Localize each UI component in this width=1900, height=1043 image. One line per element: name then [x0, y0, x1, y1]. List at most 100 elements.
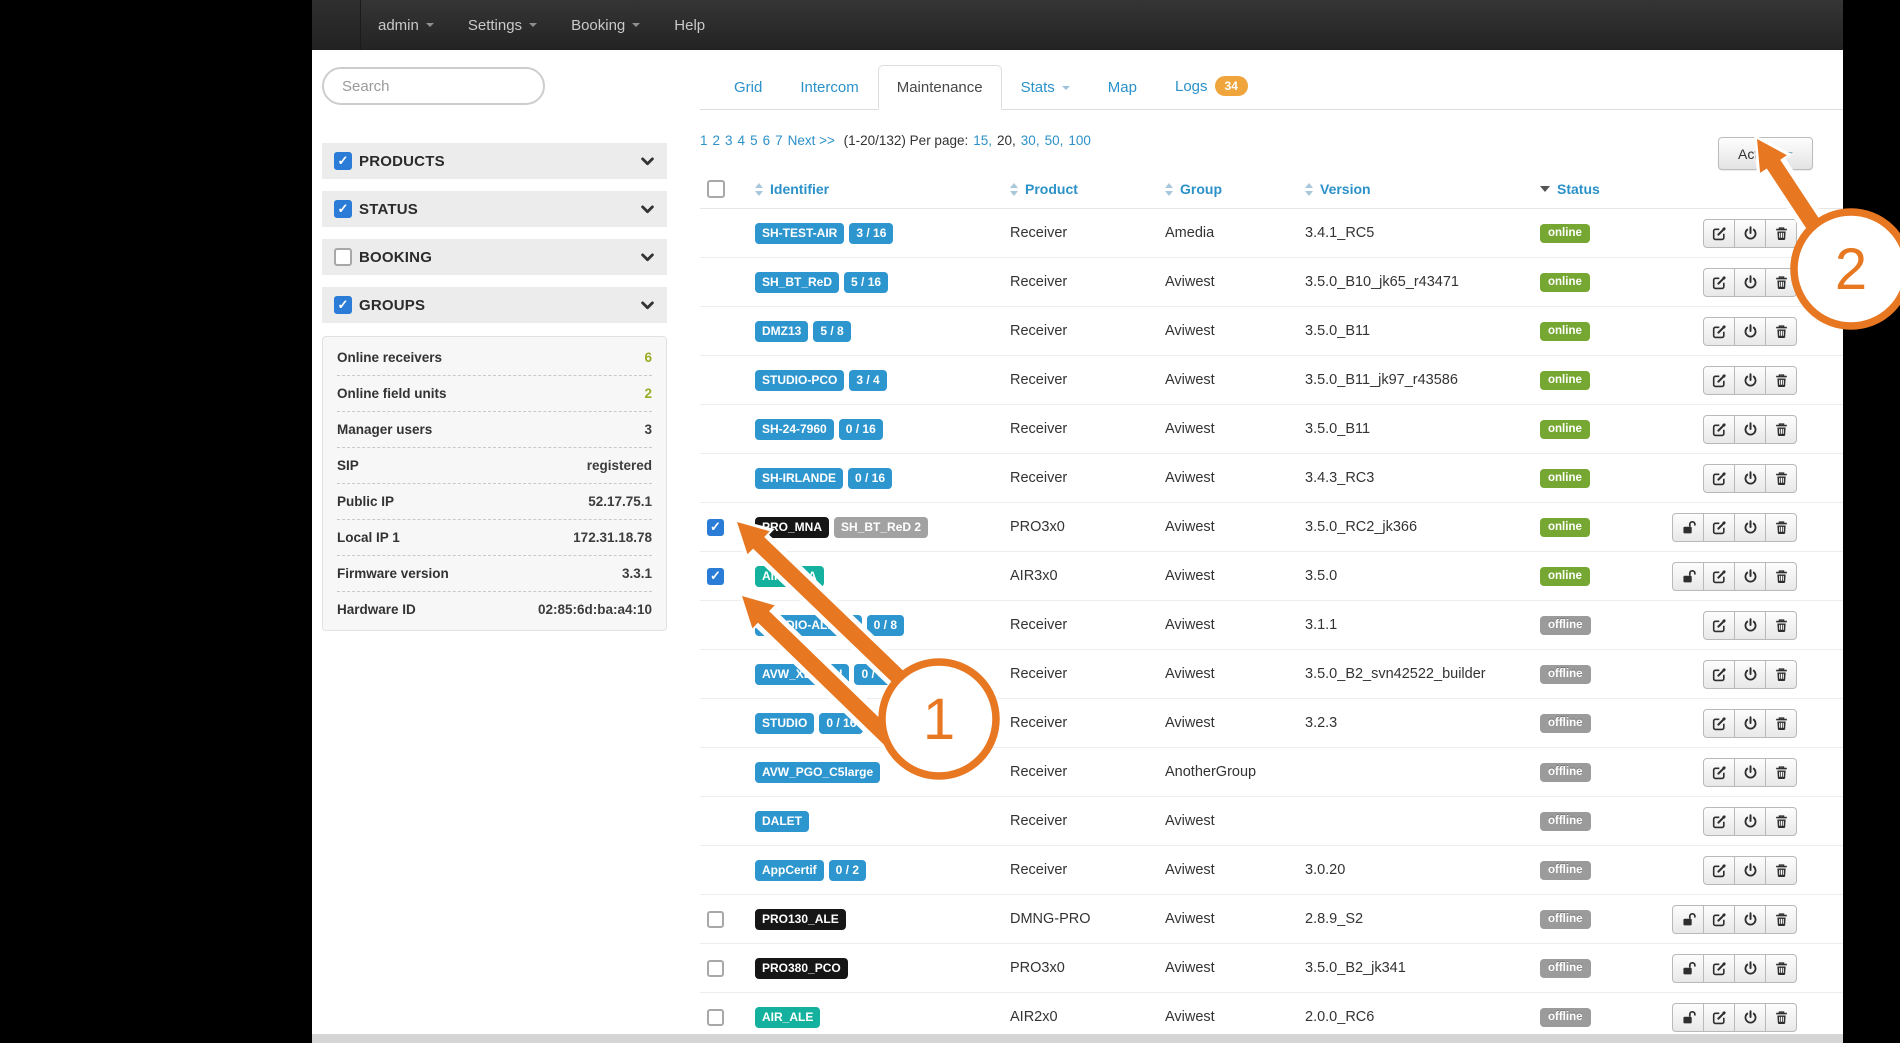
- edit-button[interactable]: [1703, 366, 1735, 395]
- power-button[interactable]: [1734, 415, 1766, 444]
- trash-button[interactable]: [1765, 954, 1797, 983]
- select-all-checkbox[interactable]: [707, 180, 725, 198]
- trash-button[interactable]: [1765, 562, 1797, 591]
- identifier-badge[interactable]: PRO_MNA: [755, 517, 829, 538]
- edit-button[interactable]: [1703, 856, 1735, 885]
- row-checkbox[interactable]: [707, 1009, 724, 1026]
- identifier-badge[interactable]: AIR_MNA: [755, 566, 824, 587]
- filter-panel-status[interactable]: STATUS: [322, 191, 667, 227]
- unlock-button[interactable]: [1672, 905, 1704, 934]
- trash-button[interactable]: [1765, 1003, 1797, 1032]
- trash-button[interactable]: [1765, 709, 1797, 738]
- trash-button[interactable]: [1765, 366, 1797, 395]
- edit-button[interactable]: [1703, 317, 1735, 346]
- tab-intercom[interactable]: Intercom: [781, 65, 877, 110]
- tab-logs[interactable]: Logs34: [1156, 62, 1267, 110]
- power-button[interactable]: [1734, 1003, 1766, 1032]
- edit-button[interactable]: [1703, 905, 1735, 934]
- identifier-badge[interactable]: SH-IRLANDE: [755, 468, 843, 489]
- search-input[interactable]: [322, 67, 545, 105]
- row-checkbox[interactable]: [707, 519, 724, 536]
- unlock-button[interactable]: [1672, 954, 1704, 983]
- power-button[interactable]: [1734, 709, 1766, 738]
- unlock-button[interactable]: [1672, 562, 1704, 591]
- trash-button[interactable]: [1765, 758, 1797, 787]
- identifier-badge[interactable]: AppCertif: [755, 860, 824, 881]
- power-button[interactable]: [1734, 611, 1766, 640]
- filter-panel-products[interactable]: PRODUCTS: [322, 143, 667, 179]
- identifier-badge[interactable]: PRO130_ALE: [755, 909, 846, 930]
- row-checkbox[interactable]: [707, 911, 724, 928]
- nav-item-admin[interactable]: admin: [361, 0, 451, 50]
- filter-checkbox[interactable]: [334, 296, 352, 314]
- page-link[interactable]: 5: [750, 133, 758, 148]
- filter-checkbox[interactable]: [334, 152, 352, 170]
- identifier-badge[interactable]: SH-TEST-AIR: [755, 223, 844, 244]
- page-link[interactable]: 6: [763, 133, 771, 148]
- power-button[interactable]: [1734, 366, 1766, 395]
- column-header-version[interactable]: Version: [1305, 181, 1540, 197]
- edit-button[interactable]: [1703, 954, 1735, 983]
- edit-button[interactable]: [1703, 464, 1735, 493]
- identifier-badge[interactable]: DALET: [755, 811, 809, 832]
- power-button[interactable]: [1734, 513, 1766, 542]
- column-header-group[interactable]: Group: [1165, 181, 1305, 197]
- row-checkbox[interactable]: [707, 960, 724, 977]
- identifier-badge[interactable]: STUDIO-PCO: [755, 370, 844, 391]
- edit-button[interactable]: [1703, 219, 1735, 248]
- trash-button[interactable]: [1765, 317, 1797, 346]
- unlock-button[interactable]: [1672, 513, 1704, 542]
- filter-panel-groups[interactable]: GROUPS: [322, 287, 667, 323]
- tab-map[interactable]: Map: [1089, 65, 1156, 110]
- horizontal-scrollbar[interactable]: [312, 1034, 1843, 1043]
- page-link[interactable]: 4: [738, 133, 746, 148]
- trash-button[interactable]: [1765, 464, 1797, 493]
- page-link[interactable]: 2: [713, 133, 721, 148]
- nav-item-booking[interactable]: Booking: [554, 0, 657, 50]
- trash-button[interactable]: [1765, 268, 1797, 297]
- trash-button[interactable]: [1765, 807, 1797, 836]
- power-button[interactable]: [1734, 317, 1766, 346]
- edit-button[interactable]: [1703, 513, 1735, 542]
- identifier-badge[interactable]: AVW_PGO_C5large: [755, 762, 880, 783]
- power-button[interactable]: [1734, 905, 1766, 934]
- trash-button[interactable]: [1765, 513, 1797, 542]
- power-button[interactable]: [1734, 268, 1766, 297]
- unlock-button[interactable]: [1672, 1003, 1704, 1032]
- next-page-link[interactable]: Next >>: [788, 133, 835, 148]
- identifier-badge[interactable]: PRO380_PCO: [755, 958, 848, 979]
- identifier-badge[interactable]: AVW_XLE_SH: [755, 664, 849, 685]
- filter-panel-booking[interactable]: BOOKING: [322, 239, 667, 275]
- identifier-badge[interactable]: STUDIO-ALE-4K: [755, 615, 862, 636]
- identifier-badge[interactable]: SH_BT_ReD: [755, 272, 839, 293]
- edit-button[interactable]: [1703, 660, 1735, 689]
- edit-button[interactable]: [1703, 611, 1735, 640]
- power-button[interactable]: [1734, 464, 1766, 493]
- power-button[interactable]: [1734, 807, 1766, 836]
- filter-checkbox[interactable]: [334, 200, 352, 218]
- page-link[interactable]: 7: [775, 133, 783, 148]
- nav-item-settings[interactable]: Settings: [451, 0, 554, 50]
- power-button[interactable]: [1734, 758, 1766, 787]
- trash-button[interactable]: [1765, 856, 1797, 885]
- edit-button[interactable]: [1703, 807, 1735, 836]
- trash-button[interactable]: [1765, 611, 1797, 640]
- identifier-badge[interactable]: STUDIO: [755, 713, 814, 734]
- power-button[interactable]: [1734, 562, 1766, 591]
- trash-button[interactable]: [1765, 219, 1797, 248]
- nav-item-help[interactable]: Help: [657, 0, 722, 50]
- edit-button[interactable]: [1703, 562, 1735, 591]
- trash-button[interactable]: [1765, 905, 1797, 934]
- column-header-status[interactable]: Status: [1540, 181, 1660, 197]
- identifier-badge[interactable]: SH-24-7960: [755, 419, 834, 440]
- per-page-option[interactable]: 30,: [1021, 133, 1040, 148]
- identifier-badge[interactable]: DMZ13: [755, 321, 808, 342]
- edit-button[interactable]: [1703, 268, 1735, 297]
- edit-button[interactable]: [1703, 758, 1735, 787]
- trash-button[interactable]: [1765, 660, 1797, 689]
- per-page-option[interactable]: 15,: [973, 133, 992, 148]
- page-link[interactable]: 1: [700, 133, 708, 148]
- power-button[interactable]: [1734, 660, 1766, 689]
- edit-button[interactable]: [1703, 415, 1735, 444]
- tab-maintenance[interactable]: Maintenance: [878, 65, 1002, 110]
